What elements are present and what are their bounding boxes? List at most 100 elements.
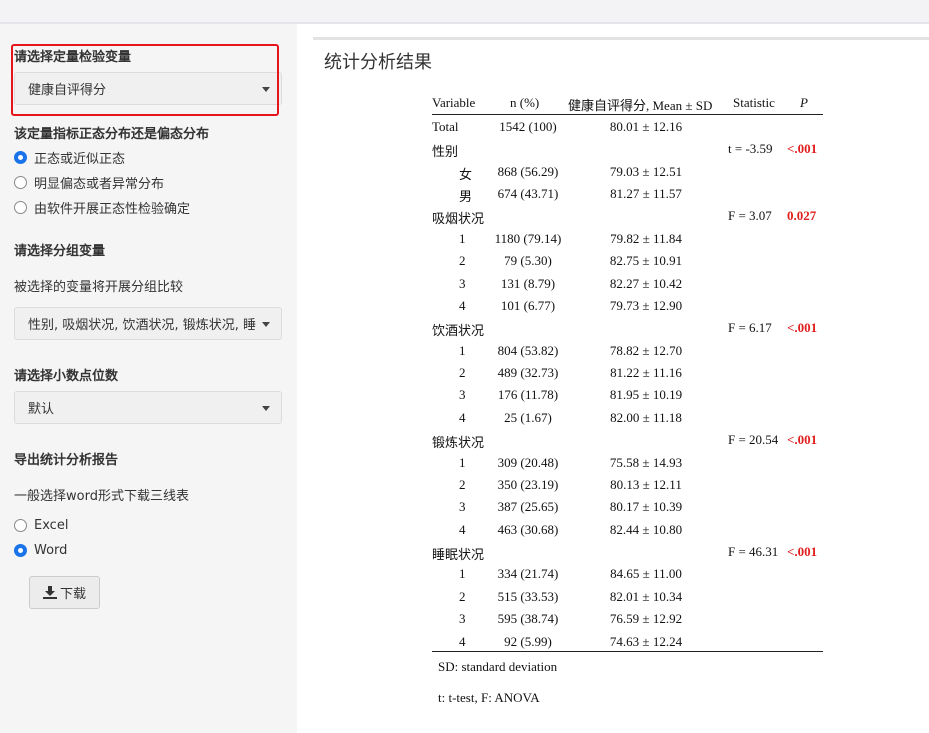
- table-cell-p: 0.027: [787, 208, 817, 224]
- table-cell-n: 176 (11.78): [497, 387, 559, 403]
- decimal-select[interactable]: 默认: [14, 391, 282, 424]
- table-cell-n: 350 (23.19): [497, 476, 559, 492]
- table-header-statistic: Statistic: [733, 95, 775, 110]
- table-cell-variable: 女: [459, 166, 473, 182]
- table-cell-variable: 3: [459, 275, 466, 291]
- table-cell-n: 309 (20.48): [497, 454, 559, 470]
- export-label: 导出统计分析报告: [14, 453, 119, 468]
- table-header-n: n (%): [510, 95, 540, 110]
- export-option-label: Excel: [34, 518, 69, 533]
- table-cell-mean: 82.27 ± 10.42: [609, 275, 683, 291]
- table-cell-variable: 3: [459, 611, 466, 627]
- table-cell-mean: 76.59 ± 12.92: [609, 611, 683, 627]
- footnote-sd: SD: standard deviation: [438, 659, 558, 674]
- table-cell-variable: 2: [459, 588, 466, 604]
- export-option-excel[interactable]: Excel: [14, 518, 68, 533]
- table-cell-n: 804 (53.82): [497, 342, 559, 358]
- table-cell-mean: 80.13 ± 12.11: [610, 476, 682, 492]
- table-cell-variable: 3: [459, 387, 466, 403]
- page-title: 统计分析结果: [324, 52, 432, 73]
- group-var-select-value: 性别, 吸烟状况, 饮酒状况, 锻炼状况, 睡: [28, 318, 257, 333]
- table-cell-p: <.001: [787, 141, 818, 157]
- download-button-label: 下载: [59, 587, 86, 602]
- decimal-select-value: 默认: [28, 402, 55, 417]
- distribution-label: 该定量指标正态分布还是偏态分布: [14, 127, 210, 142]
- table-cell-variable: 3: [459, 499, 466, 515]
- table-cell-variable: 睡眠状况: [432, 547, 485, 563]
- table-cell-variable: 4: [459, 297, 466, 313]
- decimal-label: 请选择小数点位数: [14, 369, 119, 384]
- table-header-p: P: [800, 95, 808, 110]
- table-rule-bottom: [432, 651, 823, 652]
- table-cell-n: 387 (25.65): [497, 499, 559, 515]
- table-cell-mean: 79.82 ± 11.84: [610, 230, 682, 246]
- distribution-option-auto[interactable]: 由软件开展正态性检验确定: [14, 198, 190, 217]
- table-cell-mean: 82.00 ± 11.18: [610, 409, 682, 425]
- table-cell-n: 131 (8.79): [500, 275, 556, 291]
- highlight-box: [11, 44, 279, 116]
- table-cell-mean: 75.58 ± 14.93: [609, 454, 683, 470]
- table-cell-mean: 82.44 ± 10.80: [609, 521, 683, 537]
- table-cell-mean: 79.03 ± 12.51: [609, 163, 683, 179]
- distribution-option-label: 明显偏态或者异常分布: [34, 177, 165, 192]
- table-cell-mean: 80.01 ± 12.16: [609, 119, 683, 134]
- table-cell-variable: 2: [459, 365, 466, 381]
- export-option-label: Word: [34, 543, 68, 558]
- table-cell-n: 1542 (100): [499, 119, 557, 134]
- table-cell-variable: 1: [459, 230, 466, 246]
- table-cell-p: <.001: [787, 432, 818, 448]
- group-var-hint: 被选择的变量将开展分组比较: [14, 280, 184, 295]
- distribution-option-label: 由软件开展正态性检验确定: [34, 202, 191, 217]
- radio-selected-icon[interactable]: [14, 151, 27, 164]
- table-cell-variable: 饮酒状况: [432, 323, 485, 339]
- export-hint: 一般选择word形式下载三线表: [14, 489, 189, 504]
- radio-selected-icon[interactable]: [14, 544, 27, 557]
- radio-unselected-icon[interactable]: [14, 519, 27, 532]
- table-cell-mean: 81.27 ± 11.57: [610, 186, 682, 202]
- radio-unselected-icon[interactable]: [14, 176, 27, 189]
- download-button[interactable]: 下载: [29, 576, 100, 609]
- download-icon: [42, 586, 57, 599]
- export-option-word[interactable]: Word: [14, 543, 67, 558]
- table-cell-statistic: t = -3.59: [728, 141, 773, 157]
- table-cell-variable: 1: [459, 454, 466, 470]
- table-cell-variable: 性别: [432, 144, 459, 160]
- table-cell-statistic: F = 3.07: [728, 208, 772, 224]
- table-cell-n: 92 (5.99): [504, 633, 552, 649]
- table-cell-mean: 78.82 ± 12.70: [609, 342, 683, 358]
- table-cell-n: 868 (56.29): [497, 163, 559, 179]
- table-cell-variable: 锻炼状况: [432, 435, 485, 451]
- table-cell-n: 463 (30.68): [497, 521, 559, 537]
- table-cell-n: 489 (32.73): [497, 365, 559, 381]
- table-cell-variable: 1: [459, 342, 466, 358]
- table-cell-variable: 2: [459, 476, 466, 492]
- table-cell-mean: 82.75 ± 10.91: [609, 253, 683, 269]
- distribution-option-skewed[interactable]: 明显偏态或者异常分布: [14, 173, 164, 192]
- table-cell-variable: 男: [459, 189, 473, 205]
- table-cell-mean: 80.17 ± 10.39: [609, 499, 683, 515]
- table-cell-n: 101 (6.77): [500, 297, 556, 313]
- table-cell-variable: 4: [459, 633, 466, 649]
- table-cell-variable: Total: [432, 119, 459, 134]
- table-cell-mean: 79.73 ± 12.90: [609, 297, 683, 313]
- table-cell-n: 25 (1.67): [504, 409, 552, 425]
- table-cell-n: 515 (33.53): [497, 588, 559, 604]
- group-var-label: 请选择分组变量: [14, 244, 106, 259]
- table-cell-p: <.001: [787, 544, 818, 560]
- table-cell-statistic: F = 46.31: [728, 544, 779, 560]
- table-cell-mean: 81.95 ± 10.19: [609, 387, 683, 403]
- table-cell-variable: 4: [459, 521, 466, 537]
- footnote-tests: t: t-test, F: ANOVA: [438, 690, 540, 705]
- table-cell-n: 1180 (79.14): [494, 230, 562, 246]
- distribution-option-normal[interactable]: 正态或近似正态: [14, 148, 125, 167]
- distribution-option-label: 正态或近似正态: [34, 152, 126, 167]
- table-cell-mean: 82.01 ± 10.34: [609, 588, 683, 604]
- table-cell-n: 674 (43.71): [497, 186, 559, 202]
- main-panel-divider: [313, 37, 929, 40]
- radio-unselected-icon[interactable]: [14, 201, 27, 214]
- table-cell-statistic: F = 6.17: [728, 320, 772, 336]
- table-cell-variable: 2: [459, 253, 466, 269]
- table-cell-variable: 吸烟状况: [432, 211, 485, 227]
- table-cell-mean: 84.65 ± 11.00: [610, 566, 682, 582]
- group-var-select[interactable]: 性别, 吸烟状况, 饮酒状况, 锻炼状况, 睡: [14, 307, 282, 340]
